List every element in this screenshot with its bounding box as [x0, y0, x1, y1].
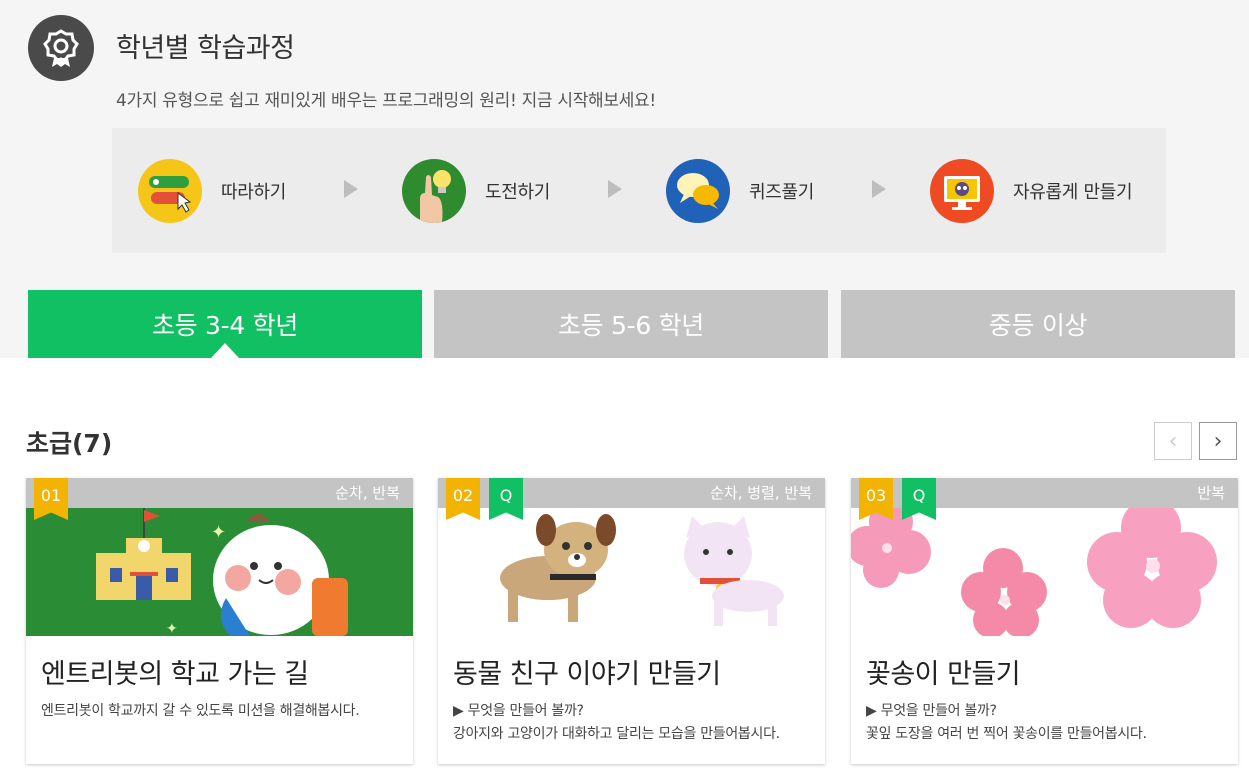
- challenge-lightbulb-icon: [402, 159, 466, 223]
- step-arrow-icon: [872, 180, 886, 198]
- award-ribbon-icon: [28, 15, 94, 81]
- tab-middle-school[interactable]: 중등 이상: [841, 290, 1235, 358]
- step-label: 자유롭게 만들기: [1013, 182, 1133, 203]
- card-description-line: 강아지와 고양이가 대화하고 달리는 모습을 만들어봅시다.: [453, 726, 780, 742]
- card-description: ▶ 무엇을 만들어 볼까? 꽃잎 도장을 여러 번 찍어 꽃송이를 만들어봅시다…: [866, 700, 1221, 746]
- quiz-speech-bubbles-icon: [666, 159, 730, 223]
- page-title: 학년별 학습과정: [116, 33, 295, 64]
- card-title: 동물 친구 이야기 만들기: [453, 659, 721, 690]
- card-description-line: ▶ 무엇을 만들어 볼까?: [866, 703, 997, 719]
- card-title: 꽃송이 만들기: [866, 659, 1021, 690]
- dog-and-cat-illustration: [438, 508, 825, 636]
- step-arrow-icon: [608, 180, 622, 198]
- course-card[interactable]: 반복 03 Q 꽃송이 만들기 ▶ 무엇을 만들어 볼까? 꽃잎 도장을 여러 …: [851, 478, 1238, 764]
- card-description-line: ▶ 무엇을 만들어 볼까?: [453, 703, 584, 719]
- step-free-create: 자유롭게 만들기: [930, 159, 1133, 223]
- learning-steps: 따라하기 도전하기 퀴즈풀기 자유롭게 만들기: [112, 128, 1166, 253]
- concept-tags: 순차, 반복: [335, 484, 400, 502]
- course-card[interactable]: 순차, 병렬, 반복 02 Q 동물 친구 이야기 만들기 ▶ 무엇을 만들어 …: [438, 478, 825, 764]
- card-description: ▶ 무엇을 만들어 볼까? 강아지와 고양이가 대화하고 달리는 모습을 만들어…: [453, 700, 808, 746]
- svg-text:✦: ✦: [166, 621, 178, 636]
- pink-flowers-illustration: [851, 498, 1238, 638]
- course-card[interactable]: ✦ ✦ 순차, 반복 01 엔트리봇의 학교 가는 길 엔트리봇이 학교까지 갈…: [26, 478, 413, 764]
- card-title: 엔트리봇의 학교 가는 길: [41, 659, 309, 690]
- carousel-next-button[interactable]: ›: [1199, 422, 1237, 460]
- school-robot-illustration: ✦ ✦: [26, 508, 413, 637]
- follow-along-icon: [138, 159, 202, 223]
- section-title: 초급(7): [26, 429, 113, 458]
- concept-tags: 반복: [1197, 484, 1225, 502]
- step-quiz: 퀴즈풀기: [666, 159, 814, 223]
- card-description-line: 꽃잎 도장을 여러 번 찍어 꽃송이를 만들어봅시다.: [866, 726, 1147, 742]
- step-label: 도전하기: [485, 182, 551, 203]
- free-create-monitor-icon: [930, 159, 994, 223]
- concept-tags: 순차, 병렬, 반복: [710, 484, 812, 502]
- carousel-prev-button[interactable]: ‹: [1154, 422, 1192, 460]
- page-subtitle: 4가지 유형으로 쉽고 재미있게 배우는 프로그래밍의 원리! 지금 시작해보세…: [116, 91, 656, 111]
- card-description: 엔트리봇이 학교까지 갈 수 있도록 미션을 해결해봅시다.: [41, 700, 396, 723]
- step-arrow-icon: [344, 180, 358, 198]
- svg-text:✦: ✦: [211, 522, 226, 543]
- step-follow: 따라하기: [138, 159, 286, 223]
- tab-grade-5-6[interactable]: 초등 5-6 학년: [434, 290, 828, 358]
- step-label: 퀴즈풀기: [749, 182, 815, 203]
- step-challenge: 도전하기: [402, 159, 550, 223]
- chevron-left-icon: ‹: [1168, 428, 1178, 454]
- step-label: 따라하기: [221, 182, 287, 203]
- card-description-line: 엔트리봇이 학교까지 갈 수 있도록 미션을 해결해봅시다.: [41, 703, 360, 719]
- chevron-right-icon: ›: [1213, 428, 1223, 454]
- card-header: 순차, 반복: [26, 478, 413, 508]
- active-tab-pointer: [211, 343, 239, 358]
